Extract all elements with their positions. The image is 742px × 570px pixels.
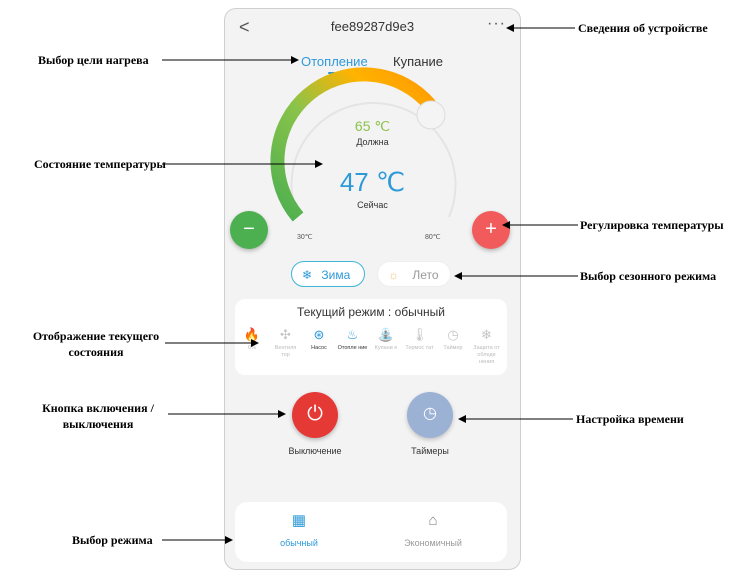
callout-device-info: Сведения об устройстве: [578, 21, 708, 35]
bath-icon: ⛲: [377, 327, 395, 342]
callout-power: Кнопка включения / выключения: [30, 400, 166, 432]
radiator-icon: ♨: [346, 327, 359, 342]
mode-status-label: Купани е: [374, 345, 398, 351]
mode-eco-tab[interactable]: ⌂ Экономичный: [383, 512, 483, 548]
callout-temp-state: Состояние температуры: [34, 157, 166, 171]
mode-status-label: Вентиля тор: [274, 345, 297, 358]
range-max-label: 80℃: [425, 234, 441, 241]
mode-normal-label: обычный: [280, 538, 318, 548]
grid-icon: ▦: [291, 512, 307, 529]
sun-icon: ☼: [388, 268, 399, 282]
current-mode-title: Текущий режим : обычный: [297, 305, 445, 319]
snowflake-icon: ❄: [302, 268, 313, 282]
clock-icon: ◷: [423, 405, 437, 422]
callout-heating-target: Выбор цели нагрева: [38, 53, 149, 67]
range-min-label: 30℃: [297, 234, 313, 241]
timer-icon: ◷: [447, 327, 459, 342]
frost-protection-icon: ❄: [481, 327, 492, 342]
mode-status-label: Насос: [311, 345, 327, 351]
mode-status-item: ♨ Отопле ние: [338, 327, 368, 352]
current-temperature-label: Сейчас: [357, 200, 388, 210]
set-temperature: 65 ℃: [354, 118, 391, 134]
callout-power-line1: Кнопка включения /: [42, 401, 154, 415]
season-winter-label: Зима: [321, 268, 351, 282]
mode-status-label: Термос тат: [405, 345, 434, 351]
mode-status-item: 🌡 Термос тат: [405, 327, 435, 352]
mode-status-label: Таймер: [443, 345, 463, 351]
power-label: Выключение: [288, 446, 342, 456]
callout-season-mode: Выбор сезонного режима: [580, 269, 717, 283]
timers-button[interactable]: ◷: [407, 392, 453, 438]
power-icon: ⏻: [307, 403, 323, 425]
flame-icon: 🔥: [243, 327, 261, 342]
mode-status-item: ◷ Таймер: [438, 327, 468, 352]
season-summer-button[interactable]: ☼ Лето: [377, 261, 451, 287]
pump-icon: ⊛: [313, 327, 325, 342]
callout-current-state: Отображение текущего состояния: [30, 328, 162, 360]
timers-label: Таймеры: [411, 446, 449, 456]
mode-eco-label: Экономичный: [404, 538, 462, 548]
set-temperature-label: Должна: [356, 137, 389, 147]
callout-time-setting: Настройка времени: [576, 412, 684, 426]
mode-status-label: Отопле ние: [337, 345, 368, 351]
callout-current-state-line2: состояния: [68, 345, 124, 359]
mode-status-item: ⊛ Насос: [304, 327, 334, 352]
callout-current-state-line1: Отображение текущего: [32, 329, 160, 343]
fan-icon: ✣: [280, 327, 291, 342]
mode-status-item: 🔥 0%: [237, 327, 267, 352]
season-winter-button[interactable]: ❄ Зима: [291, 261, 365, 287]
mode-status-item: ✣ Вентиля тор: [271, 327, 301, 359]
thermostat-icon: 🌡: [411, 327, 428, 342]
mode-status-item: ❄ Защита от обледе нения: [472, 327, 502, 366]
mode-status-item: ⛲ Купани е: [371, 327, 401, 352]
mode-status-label: Защита от обледе нения: [473, 345, 500, 365]
callout-power-line2: выключения: [62, 417, 134, 431]
mode-selector: ▦ обычный ⌂ Экономичный: [235, 502, 507, 562]
eco-home-icon: ⌂: [428, 512, 438, 529]
decrease-temperature-button[interactable]: −: [230, 211, 268, 249]
current-mode-card: Текущий режим : обычный 🔥 0% ✣ Вентиля тор ⊛…: [235, 299, 507, 375]
phone-screen: < fee89287d9e3 ··· Отопление Купание 65 …: [224, 8, 521, 570]
mode-status-label: 0%: [248, 345, 256, 351]
callout-temp-adjust: Регулировка температуры: [580, 218, 724, 232]
mode-normal-tab[interactable]: ▦ обычный: [249, 512, 349, 548]
power-button[interactable]: ⏻: [292, 392, 338, 438]
increase-temperature-button[interactable]: +: [472, 211, 510, 249]
season-summer-label: Лето: [412, 268, 439, 282]
current-temperature: 47 ℃: [339, 167, 406, 197]
callout-mode-select: Выбор режима: [72, 533, 153, 547]
